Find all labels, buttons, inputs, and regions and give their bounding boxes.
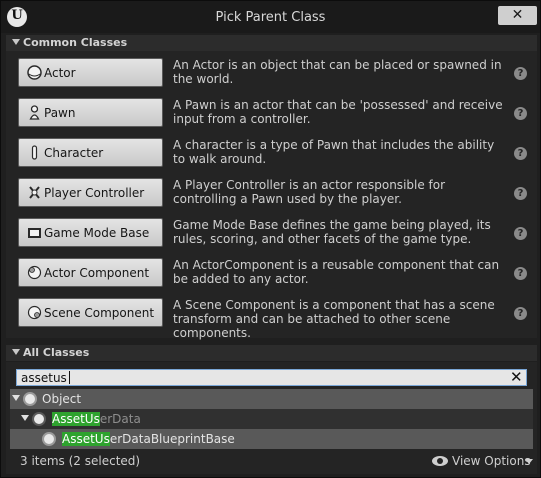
window-title: Pick Parent Class (215, 10, 326, 25)
question-icon[interactable]: ? (514, 67, 527, 80)
game-mode-icon (28, 228, 41, 238)
character-button[interactable]: Character (18, 138, 163, 167)
close-button[interactable]: ✕ (498, 6, 537, 25)
player-controller-icon (29, 186, 40, 199)
question-icon[interactable]: ? (514, 267, 527, 280)
pawn-button[interactable]: Pawn (18, 98, 163, 127)
tree-row-object[interactable]: Object (10, 389, 533, 409)
pawn-description: A Pawn is an actor that can be 'possesse… (173, 98, 503, 126)
class-circle-icon (23, 392, 37, 406)
game-mode-base-description: Game Mode Base defines the game being pl… (173, 218, 491, 246)
question-icon[interactable]: ? (514, 227, 527, 240)
player-controller-button[interactable]: Player Controller (18, 178, 163, 207)
game-mode-base-button-label: Game Mode Base (44, 226, 150, 240)
common-class-row-actor: Actor An Actor is an object that can be … (6, 51, 537, 91)
expand-arrow-icon[interactable] (12, 395, 20, 401)
tree-item-label-rest: erData (99, 412, 141, 426)
character-icon (31, 145, 38, 160)
common-class-row-scene-component: Scene Component A Scene Component is a c… (6, 291, 537, 340)
text-caret (69, 371, 70, 384)
scene-component-button[interactable]: Scene Component (18, 298, 163, 327)
search-match-highlight: AssetUs (62, 432, 110, 446)
game-mode-base-button[interactable]: Game Mode Base (18, 218, 163, 247)
character-button-label: Character (44, 146, 104, 160)
character-description: A character is a type of Pawn that inclu… (173, 138, 495, 166)
common-classes-panel: Actor An Actor is an object that can be … (6, 51, 537, 340)
actor-component-button[interactable]: Actor Component (18, 258, 163, 287)
common-class-row-character: Character A character is a type of Pawn … (6, 131, 537, 171)
eye-icon (432, 456, 448, 466)
actor-description: An Actor is an object that can be placed… (173, 58, 502, 86)
question-icon[interactable]: ? (514, 107, 527, 120)
player-controller-button-label: Player Controller (44, 186, 145, 200)
tree-item-label: AssetUserDataBlueprintBase (62, 432, 235, 446)
search-input-value: assetus (21, 371, 67, 385)
collapse-arrow-icon (12, 39, 20, 45)
scene-component-button-label: Scene Component (44, 306, 155, 320)
class-search-input[interactable]: assetus ✕ (16, 368, 527, 386)
actor-sphere-icon (27, 65, 42, 80)
common-class-row-actor-component: Actor Component An ActorComponent is a r… (6, 251, 537, 291)
common-class-row-pawn: Pawn A Pawn is an actor that can be 'pos… (6, 91, 537, 131)
common-classes-label: Common Classes (23, 36, 128, 49)
clear-search-icon[interactable]: ✕ (510, 368, 523, 386)
scene-component-icon (27, 305, 42, 320)
expand-arrow-icon[interactable] (21, 415, 29, 421)
all-classes-panel: assetus ✕ Object AssetUserData AssetUser… (6, 362, 537, 474)
class-circle-icon (32, 412, 46, 426)
all-classes-header[interactable]: All Classes (6, 345, 537, 361)
actor-button[interactable]: Actor (18, 58, 163, 87)
common-classes-header[interactable]: Common Classes (6, 35, 537, 51)
player-controller-description: A Player Controller is an actor responsi… (173, 178, 446, 206)
actor-component-icon (27, 265, 42, 280)
title-bar[interactable]: U Pick Parent Class ✕ (1, 1, 540, 33)
actor-component-button-label: Actor Component (44, 266, 150, 280)
tree-row-asset-user-data-blueprint-base[interactable]: AssetUserDataBlueprintBase (10, 429, 533, 449)
tree-item-label: Object (42, 392, 82, 406)
tree-item-label: AssetUserData (52, 412, 141, 426)
question-icon[interactable]: ? (514, 307, 527, 320)
question-icon[interactable]: ? (514, 187, 527, 200)
question-icon[interactable]: ? (514, 147, 527, 160)
tree-item-label-rest: erDataBlueprintBase (109, 432, 235, 446)
common-class-row-player-controller: Player Controller A Player Controller is… (6, 171, 537, 211)
item-count-status: 3 items (2 selected) (20, 454, 141, 468)
class-circle-icon (42, 432, 56, 446)
scene-component-description: A Scene Component is a component that ha… (173, 298, 495, 340)
common-class-row-game-mode-base: Game Mode Base Game Mode Base defines th… (6, 211, 537, 251)
view-options-label: View Options (452, 454, 531, 468)
collapse-arrow-icon (12, 349, 20, 355)
chevron-down-icon (525, 459, 533, 464)
all-classes-label: All Classes (23, 346, 90, 359)
actor-button-label: Actor (44, 66, 76, 80)
pawn-icon (29, 105, 40, 120)
pawn-button-label: Pawn (44, 106, 76, 120)
actor-component-description: An ActorComponent is a reusable componen… (173, 258, 500, 286)
pick-parent-class-dialog: U Pick Parent Class ✕ Common Classes Act… (0, 0, 541, 478)
search-match-highlight: AssetUs (52, 412, 100, 426)
tree-row-asset-user-data[interactable]: AssetUserData (10, 409, 533, 429)
close-icon: ✕ (511, 7, 524, 23)
